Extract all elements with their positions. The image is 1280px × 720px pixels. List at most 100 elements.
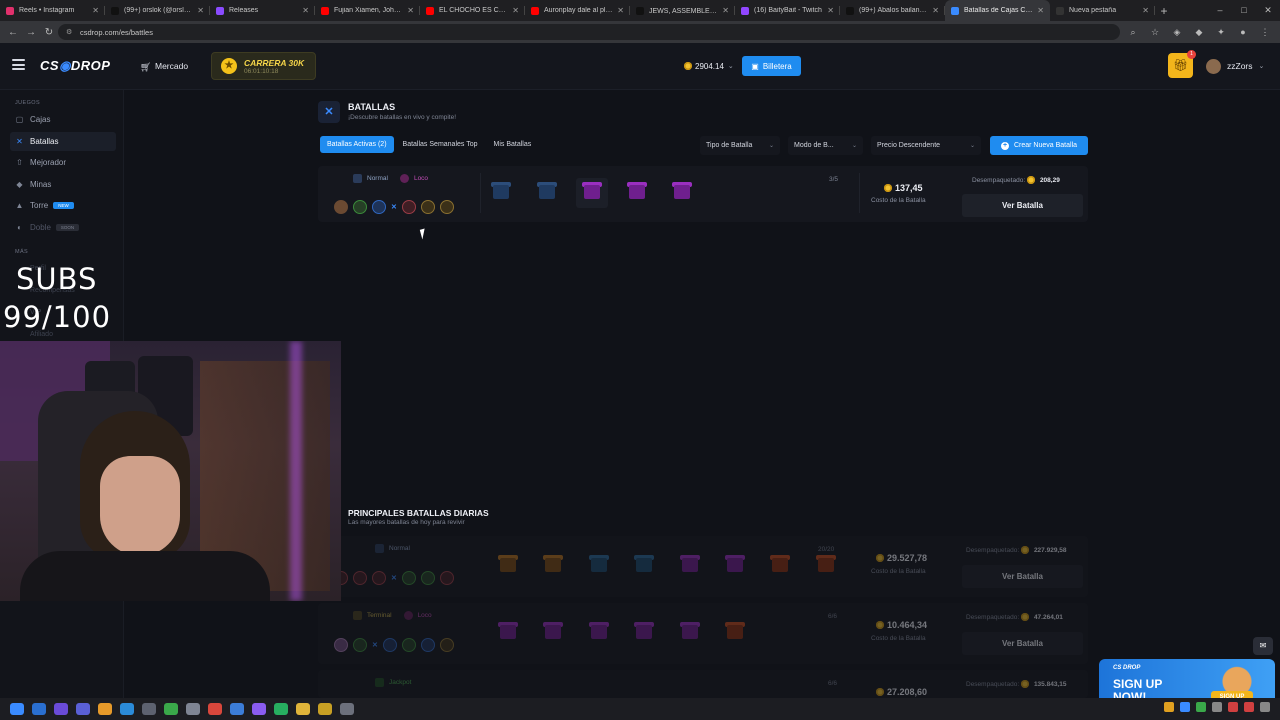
close-tab-icon[interactable]: ✕ [92,6,99,15]
balance-dropdown[interactable]: 2904.14 ⌄ [684,57,734,75]
tab-my-battles[interactable]: Mis Batallas [487,136,539,153]
zoom-icon[interactable]: ⌕ [1126,24,1140,40]
forward-icon[interactable]: → [22,27,40,38]
app-icon[interactable] [318,703,332,715]
browser-tab[interactable]: Reels • Instagram ✕ [0,0,105,21]
tray-icon[interactable] [1196,702,1206,712]
games-section-title: JUEGOS [15,100,41,106]
empty-slot-icon[interactable] [439,200,454,214]
battle-row[interactable]: Terminal Loco ✕ 6/6 10.464,34 Costo de la… [318,603,1088,664]
close-tab-icon[interactable]: ✕ [1142,6,1149,15]
sidebar-item-mejorador[interactable]: ⇧ Mejorador [10,153,116,172]
close-tab-icon[interactable]: ✕ [722,6,729,15]
maximize-icon[interactable]: □ [1232,0,1256,21]
close-tab-icon[interactable]: ✕ [197,6,204,15]
tray-icon[interactable] [1260,702,1270,712]
bookmark-star-icon[interactable]: ☆ [1148,24,1162,40]
spotify-icon[interactable] [274,703,288,715]
close-tab-icon[interactable]: ✕ [617,6,624,15]
new-tab-button[interactable]: + [1155,4,1173,18]
search-icon[interactable] [32,703,46,715]
battle-type-filter[interactable]: Tipo de Batalla ⌄ [700,136,780,155]
hamburger-menu-icon[interactable] [12,59,25,70]
steam-icon[interactable] [142,703,156,715]
empty-slot-icon[interactable] [372,200,386,214]
wallet-button[interactable]: ▣ Billetera [742,56,801,76]
close-tab-icon[interactable]: ✕ [932,6,939,15]
sidebar-item-cajas[interactable]: ▢ Cajas [10,110,116,129]
close-tab-icon[interactable]: ✕ [302,6,309,15]
browser-tab[interactable]: Nueva pestaña ✕ [1050,0,1155,21]
sidebar-item-minas[interactable]: ◆ Minas [10,175,116,194]
battle-row[interactable]: Jackpot 6/6 27.208,60 Desempaquetado: 13… [318,670,1088,698]
extension-icon[interactable]: ◆ [1192,24,1206,40]
url-field[interactable]: ⚙ csdrop.com/es/battles [58,24,1120,40]
minimize-icon[interactable]: – [1208,0,1232,21]
reload-icon[interactable]: ↻ [40,27,58,38]
box-icon: ▢ [15,115,24,124]
profile-icon[interactable]: ● [1236,24,1250,40]
tray-icon[interactable] [1228,702,1238,712]
close-tab-icon[interactable]: ✕ [1037,6,1044,15]
tab-active-battles[interactable]: Batallas Activas (2) [320,136,394,153]
browser-tab[interactable]: Batallas de Cajas CS2 - S✕ [945,0,1050,21]
app-icon[interactable] [76,703,90,715]
sidebar-badge: NEW [53,202,74,209]
user-menu[interactable]: zzZors ⌄ [1206,57,1264,75]
close-tab-icon[interactable]: ✕ [407,6,414,15]
browser-tab[interactable]: EL CHOCHO ES COMO UN ✕ [420,0,525,21]
battle-mode-filter[interactable]: Modo de B... ⌄ [788,136,863,155]
app-icon[interactable] [164,703,178,715]
browser-tab[interactable]: (99+) orslok (@orsloko) | T ✕ [105,0,210,21]
browser-tab[interactable]: (16) BaityBait - Twitch ✕ [735,0,840,21]
battle-row[interactable]: Normal Loco ✕ 3/5 137,45 Costo de la Bat… [318,166,1088,222]
view-battle-button[interactable]: Ver Batalla [962,632,1083,655]
race-banner[interactable]: ★ CARRERA 30K 06:01:10:18 [211,52,316,80]
price-sort-filter[interactable]: Precio Descendente ⌄ [871,136,981,155]
more-section-title: MÁS [15,249,29,255]
browser-tab[interactable]: Releases ✕ [210,0,315,21]
coin-icon [876,621,884,629]
chrome-icon[interactable] [296,703,310,715]
tab-weekly-top[interactable]: Batallas Semanales Top [396,136,485,153]
app-icon[interactable] [252,703,266,715]
tray-icon[interactable] [1164,702,1174,712]
app-icon[interactable] [340,703,354,715]
back-icon[interactable]: ← [4,27,22,38]
app-icon[interactable] [54,703,68,715]
site-info-icon[interactable]: ⚙ [66,28,74,36]
browser-menu-icon[interactable]: ⋮ [1258,24,1272,40]
gift-button[interactable]: 🎁︎ 1 [1168,50,1196,78]
sidebar-item-doble[interactable]: ◐ Doble SOON [10,218,116,237]
app-icon[interactable] [230,703,244,715]
empty-slot-icon[interactable] [353,200,367,214]
extensions-puzzle-icon[interactable]: ✦ [1214,24,1228,40]
browser-tab[interactable]: Fujian Xiamen, John Peck ✕ [315,0,420,21]
start-icon[interactable] [10,703,24,715]
view-battle-button[interactable]: Ver Batalla [962,194,1083,217]
create-battle-button[interactable]: + Crear Nueva Batalla [990,136,1088,155]
battle-row[interactable]: Normal ✕ 20/20 29.527,78 Costo de la Bat… [318,536,1088,597]
sidebar-item-torre[interactable]: ▲ Torre NEW [10,196,116,215]
close-tab-icon[interactable]: ✕ [512,6,519,15]
site-logo[interactable]: CS◉DROP [40,58,110,74]
close-tab-icon[interactable]: ✕ [827,6,834,15]
sidebar-item-batallas[interactable]: ✕ Batallas [10,131,116,151]
app-icon[interactable] [208,703,222,715]
app-icon[interactable] [186,703,200,715]
browser-tab[interactable]: Auronplay dale al play - C ✕ [525,0,630,21]
browser-tab[interactable]: (99+) Ábalos bailando as ✕ [840,0,945,21]
market-link[interactable]: 🛒︎ Mercado [140,57,188,75]
browser-tab[interactable]: JEWS, ASSEMBLE. ✡️🔴 N ✕ [630,0,735,21]
chat-icon[interactable]: ✉ [1253,637,1273,655]
tray-icon[interactable] [1244,702,1254,712]
view-battle-button[interactable]: Ver Batalla [962,565,1083,588]
tray-icon[interactable] [1212,702,1222,712]
extension-icon[interactable]: ◈ [1170,24,1184,40]
empty-slot-icon[interactable] [420,200,435,214]
app-icon[interactable] [120,703,134,715]
app-icon[interactable] [98,703,112,715]
address-bar-row: ← → ↻ ⚙ csdrop.com/es/battles ⌕ ☆ ◈ ◆ ✦ … [0,21,1280,43]
tray-icon[interactable] [1180,702,1190,712]
close-window-icon[interactable]: ✕ [1256,0,1280,21]
